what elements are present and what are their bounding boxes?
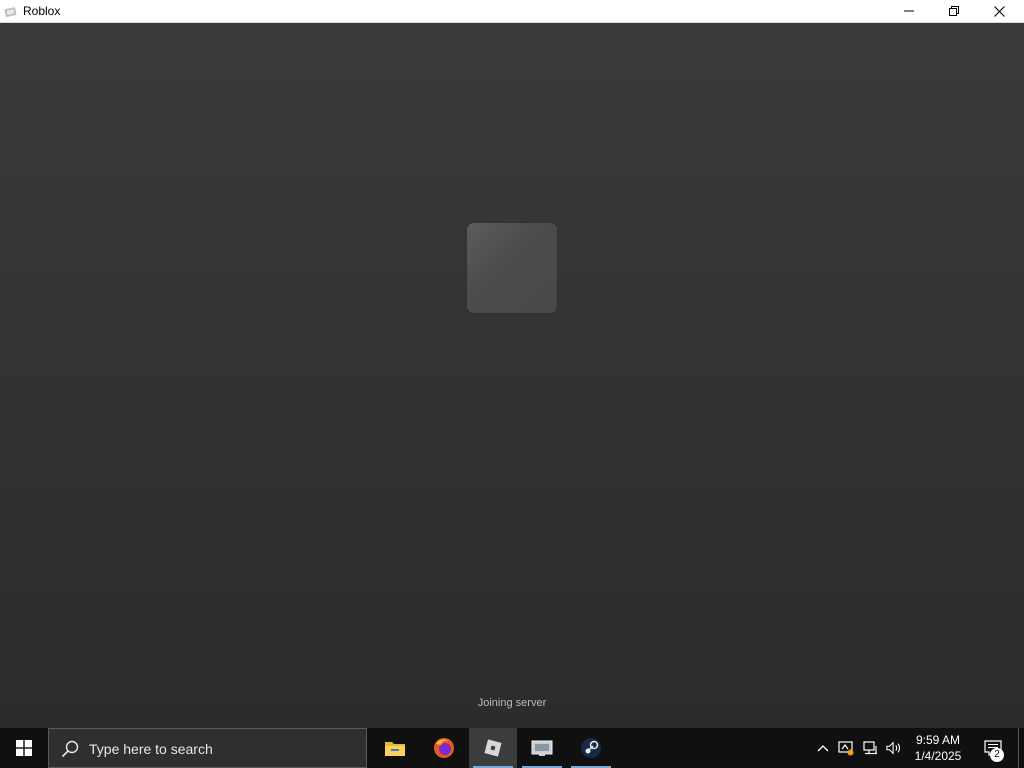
notification-count-badge: 2 (990, 748, 1004, 762)
taskbar-roblox[interactable] (469, 728, 517, 768)
clock-date: 1/4/2025 (914, 749, 962, 763)
tray-defender[interactable] (838, 740, 854, 756)
file-explorer-icon (385, 742, 405, 756)
steam-icon (581, 738, 601, 758)
window-title: Roblox (23, 4, 61, 18)
taskbar-file-explorer[interactable] (371, 728, 419, 768)
taskbar-steam[interactable] (567, 728, 615, 768)
roblox-icon (484, 739, 502, 757)
taskbar-clock[interactable]: 9:59 AM 1/4/2025 (906, 732, 970, 764)
close-button[interactable] (976, 0, 1022, 22)
tray-volume[interactable] (886, 740, 902, 756)
taskbar: Type here to search 9:59 AM 1/4/2025 2 (0, 728, 1024, 768)
show-hidden-icons-button[interactable] (815, 740, 831, 756)
show-desktop-button[interactable] (1018, 728, 1024, 768)
volume-icon (886, 741, 901, 755)
search-placeholder: Type here to search (89, 741, 213, 757)
taskbar-firefox[interactable] (420, 728, 468, 768)
minimize-icon (904, 10, 914, 12)
restore-icon (949, 6, 959, 16)
roblox-icon (4, 5, 18, 17)
taskbar-roblox-studio[interactable] (518, 728, 566, 768)
minimize-button[interactable] (886, 0, 932, 22)
roblox-studio-icon (531, 740, 553, 756)
defender-icon (838, 741, 854, 756)
game-thumbnail-placeholder (467, 223, 557, 313)
window-titlebar[interactable]: Roblox (0, 0, 1024, 23)
loading-status: Joining server (477, 697, 547, 709)
chevron-up-icon (817, 745, 829, 752)
search-icon (61, 740, 79, 758)
tray-network[interactable] (863, 740, 879, 756)
clock-time: 9:59 AM (915, 733, 961, 747)
restore-button[interactable] (931, 0, 977, 22)
start-button[interactable] (0, 728, 48, 768)
windows-logo-icon (16, 740, 32, 756)
game-viewport[interactable]: Joining server (0, 23, 1024, 728)
taskbar-search-box[interactable]: Type here to search (48, 728, 367, 768)
close-icon (993, 5, 1005, 17)
firefox-icon (434, 738, 454, 758)
network-icon (863, 741, 877, 755)
